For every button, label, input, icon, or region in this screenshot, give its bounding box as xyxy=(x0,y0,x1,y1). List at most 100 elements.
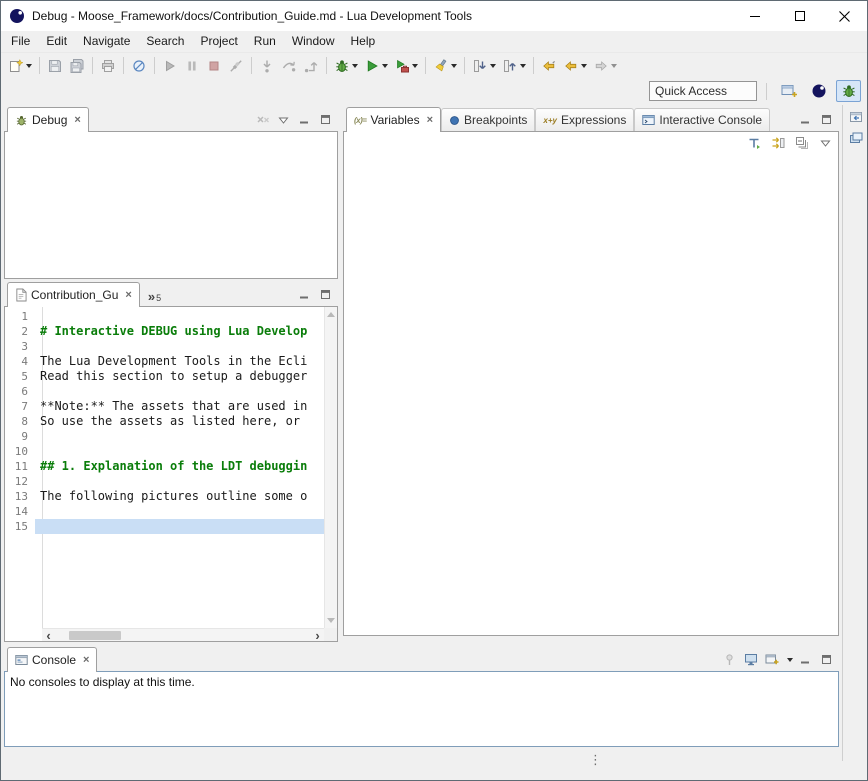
line-number[interactable]: 1 xyxy=(5,309,35,324)
editor-line[interactable]: 2# Interactive DEBUG using Lua Develop xyxy=(5,324,324,339)
editor-line[interactable]: 4The Lua Development Tools in the Ecli xyxy=(5,354,324,369)
line-number[interactable]: 9 xyxy=(5,429,35,444)
maximize-view-button[interactable] xyxy=(317,287,334,302)
trim-drag-handle[interactable]: ⋮ xyxy=(589,754,602,767)
tab-debug[interactable]: Debug × xyxy=(7,107,89,132)
editor-line[interactable]: 12 xyxy=(5,474,324,489)
skip-all-breakpoints-button[interactable] xyxy=(128,55,150,77)
maximize-view-button[interactable] xyxy=(818,652,835,667)
close-tab-icon[interactable]: × xyxy=(83,655,89,666)
quick-access-box[interactable]: Quick Access xyxy=(649,81,757,101)
menu-navigate[interactable]: Navigate xyxy=(75,31,138,52)
step-over-button[interactable] xyxy=(278,55,300,77)
editor-line[interactable]: 6 xyxy=(5,384,324,399)
minimize-view-button[interactable] xyxy=(296,112,313,127)
menu-search[interactable]: Search xyxy=(138,31,192,52)
menu-edit[interactable]: Edit xyxy=(38,31,75,52)
line-number[interactable]: 14 xyxy=(5,504,35,519)
line-number[interactable]: 5 xyxy=(5,369,35,384)
editor-line[interactable]: 3 xyxy=(5,339,324,354)
close-tab-icon[interactable]: × xyxy=(74,115,80,126)
maximize-window-button[interactable] xyxy=(777,1,822,31)
line-number[interactable]: 4 xyxy=(5,354,35,369)
external-tools-button[interactable] xyxy=(391,55,421,77)
save-all-button[interactable] xyxy=(66,55,88,77)
last-edit-location-button[interactable] xyxy=(538,55,560,77)
line-number[interactable]: 2 xyxy=(5,324,35,339)
tab-breakpoints[interactable]: Breakpoints xyxy=(441,108,535,131)
remove-all-terminated-button[interactable] xyxy=(254,112,271,127)
debug-perspective-button[interactable] xyxy=(836,80,861,102)
open-console-button[interactable] xyxy=(763,652,780,667)
view-menu-button[interactable] xyxy=(817,135,834,150)
close-window-button[interactable] xyxy=(822,1,867,31)
editor-horizontal-scrollbar[interactable]: ‹ › xyxy=(42,628,324,641)
editor-line[interactable]: 15 xyxy=(5,519,324,534)
show-type-names-button[interactable] xyxy=(745,135,762,150)
run-button[interactable] xyxy=(361,55,391,77)
minimize-view-button[interactable] xyxy=(797,652,814,667)
line-number[interactable]: 15 xyxy=(5,519,35,534)
editor-line[interactable]: 13The following pictures outline some o xyxy=(5,489,324,504)
editor-line[interactable]: 10 xyxy=(5,444,324,459)
line-number[interactable]: 11 xyxy=(5,459,35,474)
editor-line[interactable]: 5Read this section to setup a debugger xyxy=(5,369,324,384)
search-button[interactable] xyxy=(430,55,460,77)
line-number[interactable]: 7 xyxy=(5,399,35,414)
line-number[interactable]: 3 xyxy=(5,339,35,354)
maximize-view-button[interactable] xyxy=(317,112,334,127)
view-menu-button[interactable] xyxy=(275,112,292,127)
open-console-dropdown[interactable] xyxy=(784,652,793,667)
menu-file[interactable]: File xyxy=(3,31,38,52)
scrollbar-track[interactable] xyxy=(55,629,311,641)
scrollbar-thumb[interactable] xyxy=(69,631,121,640)
editor-line[interactable]: 14 xyxy=(5,504,324,519)
terminate-button[interactable] xyxy=(203,55,225,77)
menu-window[interactable]: Window xyxy=(284,31,343,52)
editor-line[interactable]: 9 xyxy=(5,429,324,444)
editor-vertical-scrollbar[interactable] xyxy=(324,307,337,628)
editor-line[interactable]: 11## 1. Explanation of the LDT debuggin xyxy=(5,459,324,474)
step-into-button[interactable] xyxy=(256,55,278,77)
editor-tab-overflow-button[interactable]: »5 xyxy=(148,291,161,303)
line-number[interactable]: 12 xyxy=(5,474,35,489)
suspend-button[interactable] xyxy=(181,55,203,77)
pin-console-button[interactable] xyxy=(721,652,738,667)
editor-line[interactable]: 7**Note:** The assets that are used in xyxy=(5,399,324,414)
line-number[interactable]: 6 xyxy=(5,384,35,399)
scroll-right-arrow-icon[interactable]: › xyxy=(311,630,324,641)
line-number[interactable]: 13 xyxy=(5,489,35,504)
menu-project[interactable]: Project xyxy=(192,31,245,52)
close-tab-icon[interactable]: × xyxy=(125,290,131,301)
close-tab-icon[interactable]: × xyxy=(427,115,433,126)
maximize-view-button[interactable] xyxy=(818,112,835,127)
save-button[interactable] xyxy=(44,55,66,77)
line-number[interactable]: 10 xyxy=(5,444,35,459)
tab-variables[interactable]: (x)= Variables × xyxy=(346,107,441,132)
print-button[interactable] xyxy=(97,55,119,77)
tab-interactive-console[interactable]: Interactive Console xyxy=(634,108,770,131)
show-logical-structures-button[interactable] xyxy=(769,135,786,150)
new-button[interactable] xyxy=(5,55,35,77)
collapse-all-button[interactable] xyxy=(793,135,810,150)
tab-expressions[interactable]: x+y Expressions xyxy=(535,108,634,131)
scroll-up-arrow-icon[interactable] xyxy=(327,312,335,317)
resume-button[interactable] xyxy=(159,55,181,77)
line-number[interactable]: 8 xyxy=(5,414,35,429)
tab-console[interactable]: Console × xyxy=(7,647,97,672)
minimized-view-button[interactable] xyxy=(847,130,864,145)
debug-button[interactable] xyxy=(331,55,361,77)
back-button[interactable] xyxy=(560,55,590,77)
menu-run[interactable]: Run xyxy=(246,31,284,52)
restore-view-button[interactable] xyxy=(847,109,864,124)
disconnect-button[interactable] xyxy=(225,55,247,77)
ldt-perspective-button[interactable] xyxy=(806,80,831,102)
previous-annotation-button[interactable] xyxy=(499,55,529,77)
open-perspective-button[interactable] xyxy=(776,80,801,102)
editor-lines[interactable]: 12# Interactive DEBUG using Lua Develop3… xyxy=(5,309,324,628)
editor-tab-contribution-guide[interactable]: Contribution_Gu × xyxy=(7,282,140,307)
menu-help[interactable]: Help xyxy=(343,31,384,52)
minimize-view-button[interactable] xyxy=(296,287,313,302)
minimize-window-button[interactable] xyxy=(732,1,777,31)
next-annotation-button[interactable] xyxy=(469,55,499,77)
